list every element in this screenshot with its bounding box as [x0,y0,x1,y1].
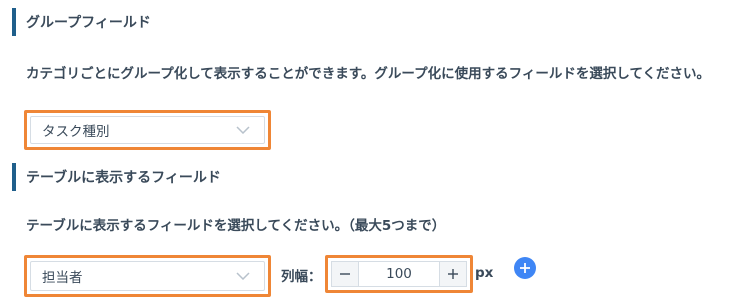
plus-icon [448,269,458,279]
table-field-select-highlight: 担当者 [24,255,271,297]
group-field-select[interactable]: タスク種別 [30,116,265,144]
column-width-unit: px [475,265,494,281]
group-field-title: グループフィールド [26,15,151,31]
chevron-down-icon [236,272,250,280]
table-fields-section-title: テーブルに表示するフィールド [12,163,221,191]
table-fields-title: テーブルに表示するフィールド [26,170,221,186]
table-field-select[interactable]: 担当者 [30,261,265,291]
column-width-label: 列幅： [281,269,322,285]
column-width-stepper-highlight: 100 [325,255,473,293]
chevron-down-icon [236,126,250,134]
group-field-select-highlight: タスク種別 [24,110,271,150]
decrement-button[interactable] [332,262,359,286]
column-width-input[interactable]: 100 [359,262,439,286]
group-field-description: カテゴリごとにグループ化して表示することができます。グループ化に使用するフィール… [26,66,711,82]
group-field-section-title: グループフィールド [12,8,151,36]
column-width-stepper: 100 [331,261,467,287]
minus-icon [340,273,350,275]
table-field-select-value: 担当者 [42,270,83,286]
plus-circle-icon [520,263,530,273]
increment-button[interactable] [439,262,466,286]
table-fields-description: テーブルに表示するフィールドを選択してください。（最大5つまで） [26,218,446,234]
group-field-select-value: タスク種別 [42,124,110,140]
add-field-button[interactable] [514,257,536,279]
